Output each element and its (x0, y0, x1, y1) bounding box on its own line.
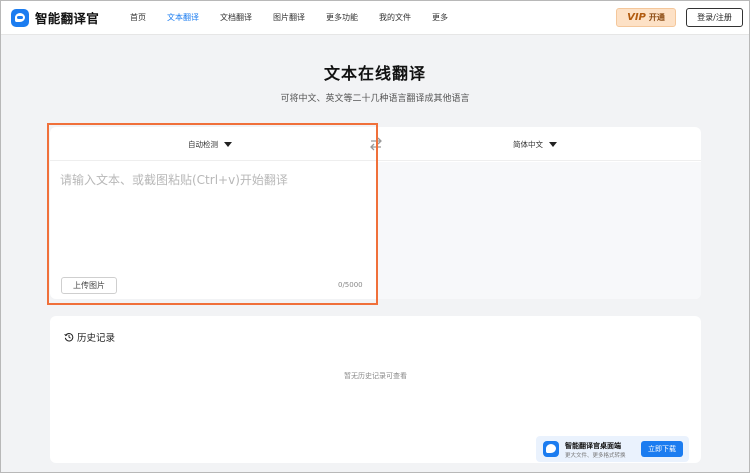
history-header: 历史记录 (64, 330, 115, 344)
app-logo-icon (543, 441, 559, 457)
vip-tag: VIP (627, 12, 646, 23)
swap-arrows-icon[interactable] (368, 136, 384, 152)
chevron-down-icon (549, 142, 557, 147)
vip-open-button[interactable]: VIP 开通 (616, 8, 676, 27)
translation-output (376, 162, 701, 299)
login-register-button[interactable]: 登录/注册 (686, 8, 743, 27)
logo-text: 智能翻译官 (35, 11, 100, 26)
banner-title: 智能翻译官桌面端 (565, 442, 621, 450)
nav-item-more[interactable]: 更多 (432, 12, 448, 23)
source-language-select[interactable]: 自动检测 (188, 139, 232, 150)
banner-subtitle: 更大文件、更多格式转换 (565, 453, 626, 459)
target-language-label: 简体中文 (513, 140, 543, 149)
history-title: 历史记录 (77, 333, 116, 344)
character-count: 0/5000 (338, 281, 363, 289)
download-now-button[interactable]: 立即下载 (641, 441, 683, 457)
history-clock-icon (64, 333, 74, 342)
chevron-down-icon (224, 142, 232, 147)
main-nav: 首页 文本翻译 文档翻译 图片翻译 更多功能 我的文件 更多 (130, 12, 469, 23)
upload-image-button[interactable]: 上传图片 (61, 277, 117, 294)
source-text-input[interactable]: 请输入文本、或截图粘贴(Ctrl+v)开始翻译 (60, 171, 360, 191)
translator-card: 自动检测 简体中文 请输入文本、或截图粘贴(Ctrl+v)开始翻译 上传图片 0… (50, 127, 701, 299)
vip-open-label: 开通 (648, 13, 665, 22)
top-header: 智能翻译官 首页 文本翻译 文档翻译 图片翻译 更多功能 我的文件 更多 VIP… (1, 1, 749, 35)
nav-item-image-translate[interactable]: 图片翻译 (273, 12, 305, 23)
history-empty-message: 暂无历史记录可查看 (344, 372, 407, 380)
nav-item-my-files[interactable]: 我的文件 (379, 12, 411, 23)
nav-item-text-translate[interactable]: 文本翻译 (167, 12, 199, 23)
nav-item-document-translate[interactable]: 文档翻译 (220, 12, 252, 23)
logo[interactable]: 智能翻译官 (11, 8, 99, 27)
desktop-app-banner: 智能翻译官桌面端 更大文件、更多格式转换 立即下载 (536, 436, 689, 462)
language-bar: 自动检测 简体中文 (50, 127, 701, 161)
page-title: 文本在线翻译 (323, 64, 426, 83)
page-subtitle: 可将中文、英文等二十几种语言翻译成其他语言 (280, 94, 470, 104)
nav-item-home[interactable]: 首页 (130, 12, 146, 23)
nav-item-more-features[interactable]: 更多功能 (326, 12, 358, 23)
source-language-label: 自动检测 (188, 140, 218, 149)
logo-chat-icon (11, 8, 29, 27)
target-language-select[interactable]: 简体中文 (513, 139, 557, 150)
